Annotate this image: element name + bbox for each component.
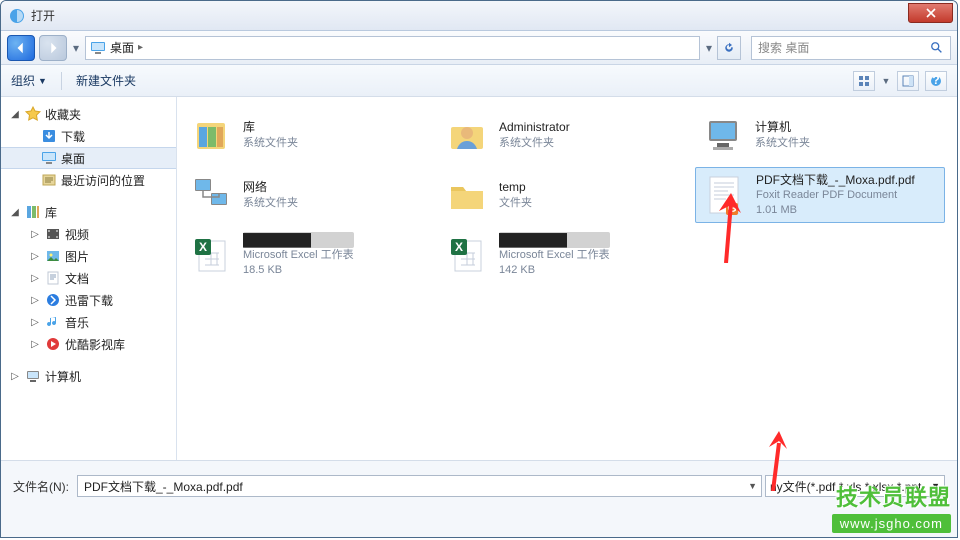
libraries-icon [25, 204, 41, 220]
picture-icon [45, 248, 61, 264]
filename-dropdown[interactable]: ▼ [748, 481, 757, 491]
file-excel-2[interactable]: X ████████Microsoft Excel 工作表142 KB [439, 227, 689, 283]
tree-documents[interactable]: ▷ 文档 [1, 267, 176, 289]
tree-youku[interactable]: ▷ 优酷影视库 [1, 333, 176, 355]
music-icon [45, 314, 61, 330]
tree-favorites[interactable]: ◢ 收藏夹 [1, 103, 176, 125]
youku-icon [45, 336, 61, 352]
xunlei-icon [45, 292, 61, 308]
expand-icon[interactable]: ▷ [29, 251, 41, 262]
expand-icon[interactable]: ▷ [29, 339, 41, 350]
nav-tree[interactable]: ◢ 收藏夹 下载 桌面 最近访问的位置 ◢ 库 [1, 97, 177, 460]
svg-text:G: G [727, 201, 736, 215]
file-network[interactable]: 网络系统文件夹 [183, 167, 433, 223]
tree-libraries[interactable]: ◢ 库 [1, 201, 176, 223]
forward-button[interactable] [39, 35, 67, 61]
network-icon [189, 173, 233, 217]
tree-recent[interactable]: 最近访问的位置 [1, 169, 176, 191]
new-folder-button[interactable]: 新建文件夹 [76, 72, 136, 89]
file-administrator[interactable]: Administrator系统文件夹 [439, 107, 689, 163]
app-icon [9, 8, 25, 24]
preview-pane-button[interactable] [897, 71, 919, 91]
pdf-icon: G [702, 173, 746, 217]
dialog-body: ◢ 收藏夹 下载 桌面 最近访问的位置 ◢ 库 [1, 97, 957, 460]
view-menu[interactable] [853, 71, 875, 91]
tree-pictures[interactable]: ▷ 图片 [1, 245, 176, 267]
recent-icon [41, 172, 57, 188]
excel-icon: X [189, 233, 233, 277]
libraries-icon [189, 113, 233, 157]
svg-text:?: ? [932, 75, 939, 87]
file-pdf-selected[interactable]: G PDF文档下载_-_Moxa.pdf.pdfFoxit Reader PDF… [695, 167, 945, 223]
history-dropdown[interactable]: ▾ [71, 41, 81, 55]
excel-icon: X [445, 233, 489, 277]
help-button[interactable]: ? [925, 71, 947, 91]
view-dropdown[interactable]: ▼ [881, 76, 891, 86]
chevron-down-icon: ▼ [38, 76, 47, 86]
file-list[interactable]: 库系统文件夹 Administrator系统文件夹 计算机系统文件夹 网络系统文… [177, 97, 957, 460]
video-icon [45, 226, 61, 242]
back-button[interactable] [7, 35, 35, 61]
filename-input[interactable] [77, 475, 762, 497]
expand-icon[interactable]: ▷ [9, 371, 21, 382]
window-title: 打开 [31, 7, 908, 24]
collapse-icon[interactable]: ◢ [9, 207, 21, 218]
breadcrumb-bar[interactable]: 桌面 ▸ [85, 36, 700, 60]
filename-label: 文件名(N): [13, 478, 69, 495]
expand-icon[interactable]: ▷ [29, 317, 41, 328]
close-button[interactable] [908, 3, 953, 23]
tree-xunlei[interactable]: ▷ 迅雷下载 [1, 289, 176, 311]
nav-row: ▾ 桌面 ▸ ▾ 搜索 桌面 [1, 31, 957, 65]
chevron-down-icon: ▼ [931, 481, 940, 491]
expand-icon[interactable]: ▷ [29, 273, 41, 284]
tree-videos[interactable]: ▷ 视频 [1, 223, 176, 245]
search-input[interactable]: 搜索 桌面 [751, 36, 951, 60]
expand-icon[interactable]: ▷ [29, 229, 41, 240]
open-file-dialog: 打开 ▾ 桌面 ▸ ▾ 搜索 桌面 [0, 0, 958, 538]
svg-text:X: X [199, 240, 207, 254]
toolbar: 组织 ▼ 新建文件夹 ▼ ? [1, 65, 957, 97]
star-icon [25, 106, 41, 122]
tree-music[interactable]: ▷ 音乐 [1, 311, 176, 333]
file-temp[interactable]: temp文件夹 [439, 167, 689, 223]
file-libraries[interactable]: 库系统文件夹 [183, 107, 433, 163]
computer-icon [701, 113, 745, 157]
refresh-button[interactable] [717, 36, 741, 60]
user-folder-icon [445, 113, 489, 157]
tree-computer[interactable]: ▷ 计算机 [1, 365, 176, 387]
svg-text:X: X [455, 240, 463, 254]
breadcrumb-item[interactable]: 桌面 [110, 39, 134, 56]
tree-desktop[interactable]: 桌面 [1, 147, 176, 169]
search-icon [930, 41, 944, 55]
organize-menu[interactable]: 组织 ▼ [11, 72, 47, 89]
filetype-combo[interactable]: ny文件(*.pdf *.xls *.xlsx *.ppt ▼ [765, 475, 945, 497]
file-excel-1[interactable]: X ████████Microsoft Excel 工作表18.5 KB [183, 227, 433, 283]
bottom-bar: 文件名(N): ▼ ny文件(*.pdf *.xls *.xlsx *.ppt … [1, 460, 957, 537]
titlebar: 打开 [1, 1, 957, 31]
desktop-icon [90, 40, 106, 56]
tree-downloads[interactable]: 下载 [1, 125, 176, 147]
expand-icon[interactable]: ▷ [29, 295, 41, 306]
download-icon [41, 128, 57, 144]
document-icon [45, 270, 61, 286]
desktop-icon [41, 150, 57, 166]
collapse-icon[interactable]: ◢ [9, 109, 21, 120]
chevron-right-icon: ▸ [138, 42, 143, 53]
search-placeholder: 搜索 桌面 [758, 39, 809, 56]
breadcrumb-dropdown[interactable]: ▾ [704, 41, 714, 55]
file-computer[interactable]: 计算机系统文件夹 [695, 107, 945, 163]
computer-icon [25, 368, 41, 384]
folder-icon [445, 173, 489, 217]
